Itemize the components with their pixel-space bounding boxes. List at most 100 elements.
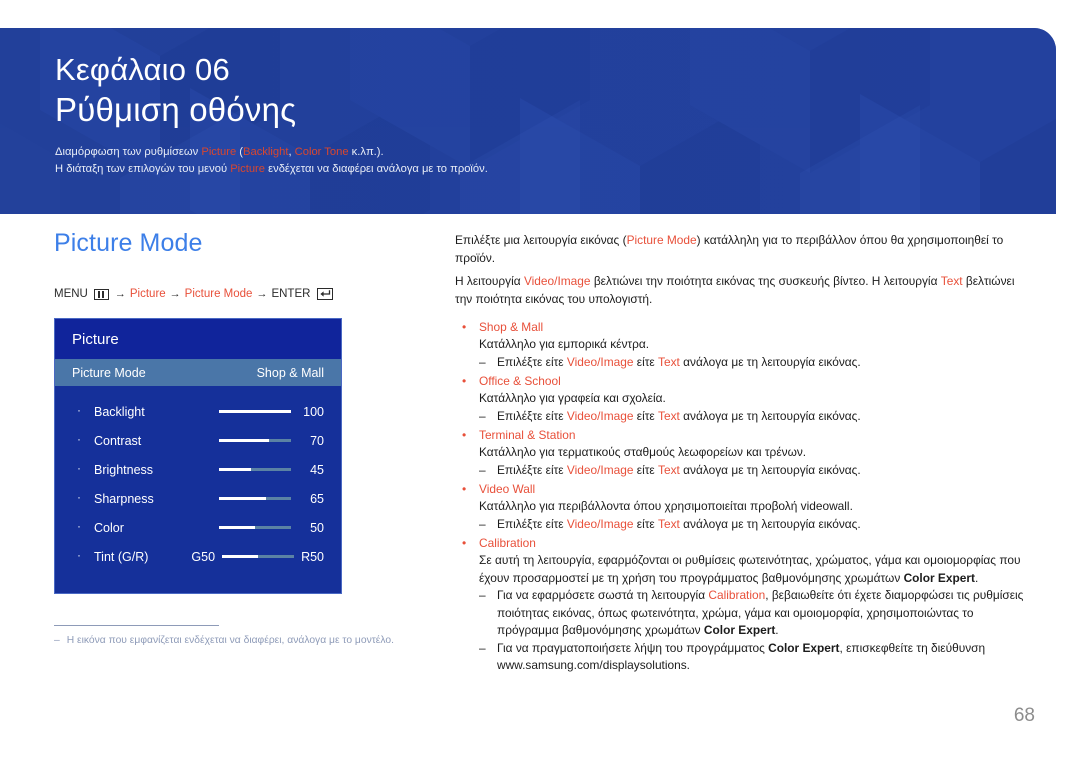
breadcrumb-item-picture-mode: Picture Mode	[184, 288, 253, 300]
bullet-icon: •	[462, 374, 467, 388]
osd-slider-track[interactable]	[219, 468, 291, 471]
list-item: • Shop & Mall Κατάλληλο για εμπορικά κέντρ…	[455, 318, 1025, 371]
note-text-a: Για να πραγματοποιήσετε λήψη του προγράμ…	[497, 640, 769, 655]
osd-item[interactable]: · Tint (G/R) G50 R50	[55, 542, 341, 571]
list-item-note: ‒ Επιλέξτε είτε Video/Image είτε Text ανά…	[455, 516, 1025, 534]
osd-items: · Backlight 100 · Contrast 70 · Brightness 45 · Sh…	[55, 386, 341, 593]
osd-slider-value: 45	[310, 462, 324, 477]
list-item-calibration: • Calibration Σε αυτή τη λειτουργία, εφαρμ…	[455, 534, 1025, 675]
breadcrumb-item-picture: Picture	[129, 288, 166, 300]
osd-item-control[interactable]: 50	[219, 521, 324, 535]
list-item: • Office & School Κατάλληλο για γραφεία κα…	[455, 372, 1025, 425]
osd-panel: Picture Picture Mode Shop & Mall · Backli…	[54, 318, 342, 594]
list-item: • Terminal & Station Κατάλληλο για τερματι…	[455, 426, 1025, 479]
p2-text-a: Η λειτουργία	[455, 274, 524, 288]
chapter-number: Κεφάλαιο 06	[55, 52, 230, 87]
note-term-video-image: Video/Image	[566, 354, 634, 369]
osd-item[interactable]: · Contrast 70	[55, 426, 341, 455]
list-item-note: ‒ Για να εφαρμόσετε σωστά τη λειτουργία C…	[455, 587, 1025, 640]
footnote-text-row: ‒ Η εικόνα που εμφανίζεται ενδέχεται να …	[54, 635, 474, 646]
osd-slider-value: 100	[303, 404, 324, 419]
list-item-header: • Office & School	[455, 372, 1025, 390]
osd-item-label: Contrast	[94, 433, 142, 448]
page-title: Picture Mode	[54, 229, 203, 257]
note-term-calibration: Calibration	[708, 588, 766, 602]
bullet-icon: •	[462, 536, 467, 550]
osd-slider-track[interactable]	[222, 555, 295, 558]
osd-item-control[interactable]: 45	[219, 463, 324, 477]
note-text-c: είτε	[633, 408, 659, 423]
menu-grid-icon	[93, 288, 109, 300]
osd-slider-track[interactable]	[219, 497, 291, 500]
osd-row-label: Picture Mode	[72, 365, 146, 380]
note-term-text: Text	[658, 462, 680, 477]
osd-slider-track[interactable]	[219, 526, 291, 529]
note-text-c: είτε	[633, 354, 659, 369]
footnote-divider	[54, 625, 219, 626]
note-text-a: Επιλέξτε είτε	[497, 516, 567, 531]
osd-slider-fill	[219, 526, 255, 529]
page-number: 68	[1013, 705, 1035, 726]
osd-slider-track[interactable]	[219, 439, 291, 442]
osd-slider-fill	[219, 468, 252, 471]
left-column: Picture Mode MENU → Picture → Picture Mo…	[54, 228, 434, 594]
osd-row-picture-mode[interactable]: Picture Mode Shop & Mall	[55, 359, 341, 386]
subtitle-text-6: ενδέχεται να διαφέρει ανάλογα με το προϊ…	[265, 163, 488, 175]
note-dash-icon: ‒	[479, 588, 486, 602]
osd-slider-right-label: R50	[301, 549, 324, 564]
list-item-title: Video Wall	[479, 482, 536, 496]
note-term-color-expert-2: Color Expert	[768, 640, 840, 655]
intro-paragraph-2: Η λειτουργία Video/Image βελτιώνει την π…	[455, 273, 1025, 308]
note-dash-icon: ‒	[479, 640, 486, 655]
osd-item-bullet-icon: ·	[77, 402, 81, 417]
document-page: Κεφάλαιο 06 Ρύθμιση οθόνης Διαμόρφωση τω…	[0, 0, 1080, 763]
subtitle-text-5: Η διάταξη των επιλογών του μενού	[55, 163, 231, 175]
note-text-c: είτε	[633, 516, 659, 531]
osd-item-control[interactable]: 100	[219, 405, 324, 419]
list-item-note: ‒ Για να πραγματοποιήσετε λήψη του προγρά…	[455, 640, 1025, 675]
chapter-title: Ρύθμιση οθόνης	[55, 91, 297, 128]
footnote: ‒ Η εικόνα που εμφανίζεται ενδέχεται να …	[54, 625, 474, 646]
note-dash-icon: ‒	[479, 354, 486, 369]
subtitle-text: Διαμόρφωση των ρυθμίσεων	[55, 146, 202, 158]
list-item-description: Κατάλληλο για τερματικούς σταθμούς λεωφο…	[479, 445, 807, 459]
note-term-video-image: Video/Image	[566, 462, 634, 477]
subtitle-text-4: κ.λπ.).	[348, 146, 384, 158]
calibration-term-color-expert: Color Expert	[903, 570, 975, 585]
note-text-e: ανάλογα με τη λειτουργία εικόνας.	[679, 516, 861, 531]
osd-item-bullet-icon: ·	[77, 489, 81, 504]
osd-item-control[interactable]: G50 R50	[191, 550, 324, 564]
p1-text-a: Επιλέξτε μια λειτουργία εικόνας (	[455, 233, 627, 247]
note-text-e: ανάλογα με τη λειτουργία εικόνας.	[679, 408, 861, 423]
list-item-note: ‒ Επιλέξτε είτε Video/Image είτε Text ανά…	[455, 408, 1025, 426]
note-dash-icon: ‒	[479, 462, 486, 477]
note-text-e: ανάλογα με τη λειτουργία εικόνας.	[679, 354, 861, 369]
osd-item-control[interactable]: 70	[219, 434, 324, 448]
picture-mode-list: • Shop & Mall Κατάλληλο για εμπορικά κέντρ…	[455, 318, 1025, 675]
osd-item-label: Backlight	[94, 404, 145, 419]
note-text: Για να εφαρμόσετε σωστά τη λειτουργία Ca…	[497, 587, 1025, 640]
osd-item[interactable]: · Sharpness 65	[55, 484, 341, 513]
note-term-text: Text	[658, 354, 680, 369]
right-column: Επιλέξτε μια λειτουργία εικόνας (Picture…	[455, 232, 1025, 676]
list-item-title: Terminal & Station	[479, 428, 576, 442]
osd-item[interactable]: · Backlight 100	[55, 397, 341, 426]
list-item-note: ‒ Επιλέξτε είτε Video/Image είτε Text ανά…	[455, 354, 1025, 372]
osd-slider-fill	[219, 410, 291, 413]
osd-item[interactable]: · Brightness 45	[55, 455, 341, 484]
osd-item[interactable]: · Color 50	[55, 513, 341, 542]
osd-item-control[interactable]: 65	[219, 492, 324, 506]
osd-slider-value: 65	[310, 491, 324, 506]
list-item-header: • Shop & Mall	[455, 318, 1025, 336]
list-item-description: Κατάλληλο για γραφεία και σχολεία.	[479, 391, 666, 405]
osd-slider-fill	[219, 439, 270, 442]
note-text: Επιλέξτε είτε Video/Image είτε Text ανάλ…	[497, 408, 1025, 426]
subtitle-term-picture: Picture	[201, 146, 237, 158]
subtitle-term-picture-2: Picture	[230, 163, 266, 175]
chapter-banner: Κεφάλαιο 06 Ρύθμιση οθόνης Διαμόρφωση τω…	[0, 28, 1056, 214]
p2-text-c: βελτιώνει την ποιότητα εικόνας της συσκε…	[590, 274, 941, 288]
enter-label: ENTER	[271, 288, 311, 300]
p2-term-text: Text	[940, 274, 963, 288]
osd-slider-track[interactable]	[219, 410, 291, 413]
osd-slider-fill	[222, 555, 259, 558]
